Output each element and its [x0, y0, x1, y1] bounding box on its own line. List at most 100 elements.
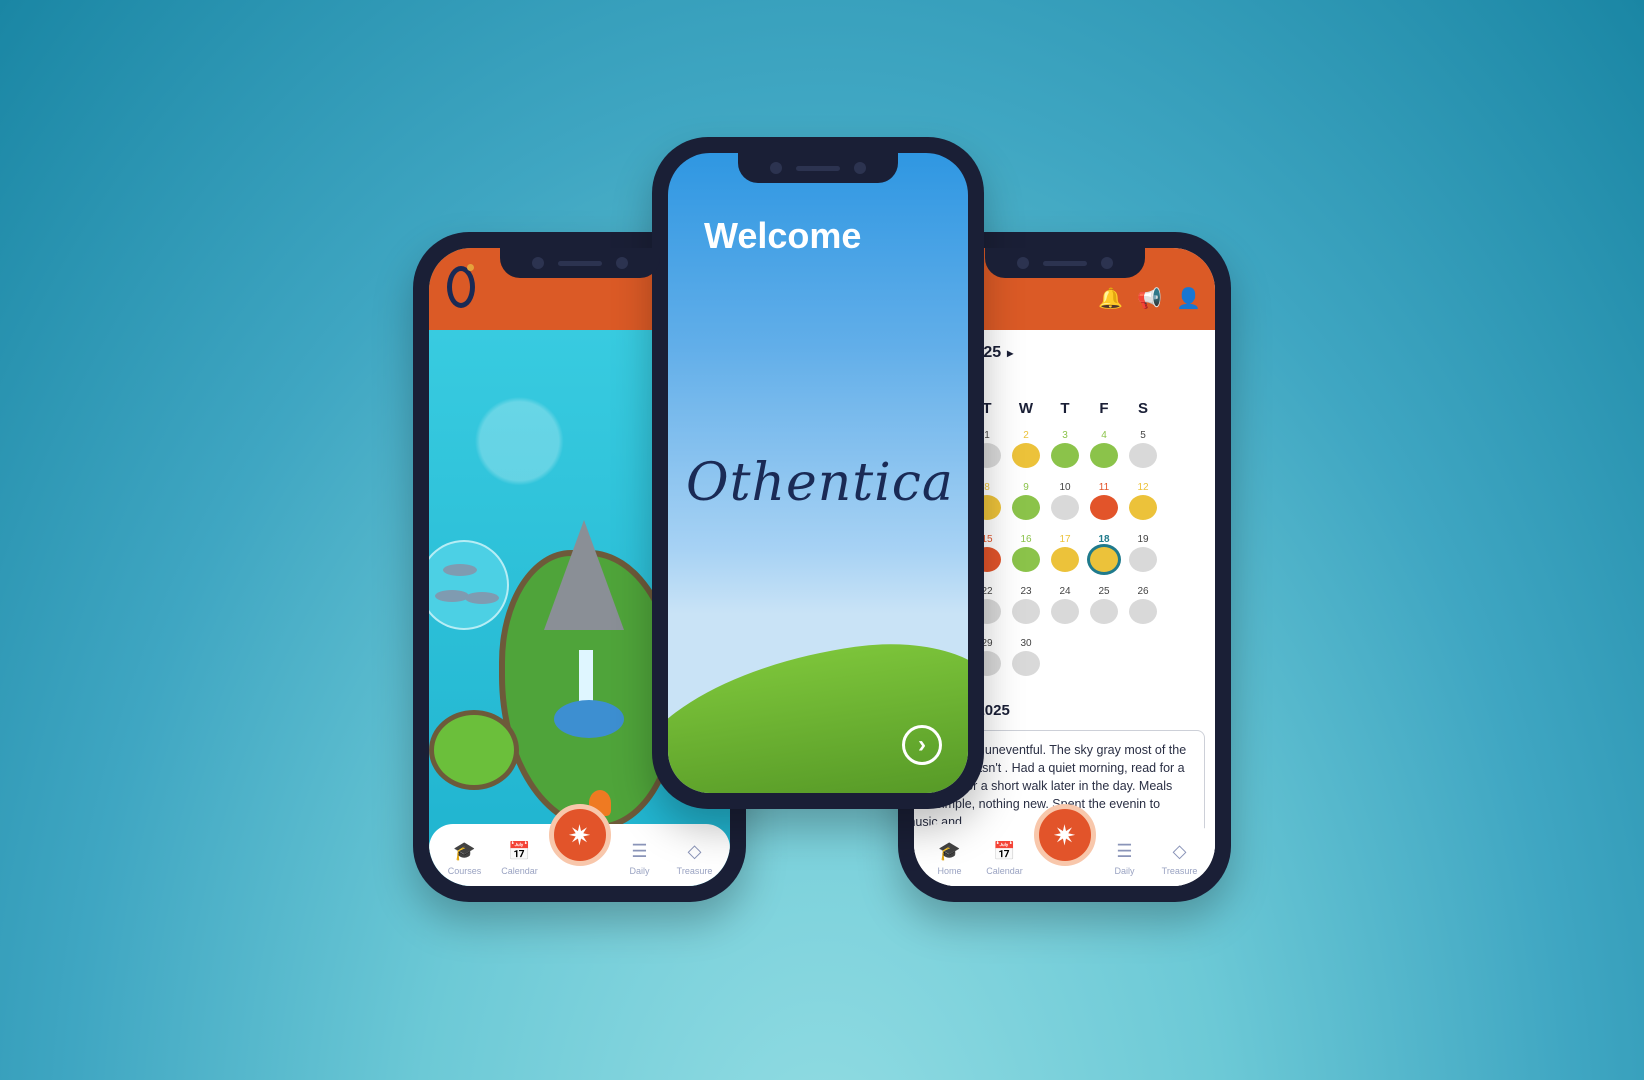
header-icons: 🔔 📢 👤: [1098, 286, 1201, 311]
calendar-day[interactable]: 2: [1007, 430, 1045, 468]
mountain-landmark[interactable]: [544, 520, 624, 630]
day-number: 18: [1098, 534, 1110, 545]
nav-label: Home: [937, 866, 962, 876]
nav-item-treasure[interactable]: ◇ Treasure: [1154, 841, 1206, 876]
mood-dot: [1090, 443, 1118, 468]
nav-item-home[interactable]: 🎓 Home: [924, 841, 976, 876]
mood-dot: [1090, 599, 1118, 624]
weekday-label: F: [1099, 400, 1109, 417]
calendar-icon: 📅: [993, 841, 1016, 861]
compass-icon[interactable]: ✷: [1033, 804, 1096, 866]
checklist-icon: ☰: [631, 841, 648, 861]
mood-dot: [1129, 443, 1157, 468]
calendar-day[interactable]: 19: [1124, 534, 1162, 572]
nav-item-daily[interactable]: ☰ Daily: [1099, 841, 1151, 876]
day-number: 19: [1137, 534, 1149, 545]
day-number: 4: [1101, 430, 1107, 441]
calendar-day[interactable]: 4: [1085, 430, 1123, 468]
day-number: 2: [1023, 430, 1029, 441]
center-phone-mockup: Welcome Othentica ›: [652, 137, 984, 809]
pond-landmark[interactable]: [554, 700, 624, 738]
next-button[interactable]: ›: [902, 725, 942, 765]
day-number: 12: [1137, 482, 1149, 493]
calendar-day[interactable]: 10: [1046, 482, 1084, 520]
mood-dot: [1051, 495, 1079, 520]
weekday-label: S: [1137, 400, 1148, 417]
grass-hill: [668, 627, 968, 793]
logo-accent: [467, 264, 474, 271]
day-number: 5: [1140, 430, 1146, 441]
mood-dot: [1051, 599, 1079, 624]
nav-label: Daily: [1114, 866, 1135, 876]
day-number: 1: [984, 430, 990, 441]
calendar-day[interactable]: 25: [1085, 586, 1123, 624]
user-icon[interactable]: 👤: [1176, 286, 1201, 311]
megaphone-icon[interactable]: 📢: [1137, 286, 1162, 311]
nav-label: Calendar: [501, 866, 538, 876]
phone-notch: [984, 248, 1145, 278]
calendar-day[interactable]: 18: [1085, 534, 1123, 572]
day-number: 11: [1098, 482, 1110, 493]
day-number: 9: [1023, 482, 1029, 493]
mood-dot: [1129, 495, 1157, 520]
mood-dot: [1051, 443, 1079, 468]
mood-dot: [1012, 495, 1040, 520]
graduation-cap-icon: 🎓: [938, 841, 961, 861]
mood-dot: [1012, 651, 1040, 676]
bottom-nav: 🎓 Courses 📅 Calendar ✷ ☰ Daily ◇ Treasure: [429, 804, 730, 886]
mushroom-island[interactable]: [429, 710, 519, 790]
compass-icon[interactable]: ✷: [548, 804, 611, 866]
calendar-day[interactable]: 9: [1007, 482, 1045, 520]
diamond-icon: ◇: [687, 841, 702, 861]
nav-label: Treasure: [676, 866, 713, 876]
mood-dot: [1129, 547, 1157, 572]
day-number: 26: [1137, 586, 1149, 597]
calendar-day[interactable]: 3: [1046, 430, 1084, 468]
checklist-icon: ☰: [1116, 841, 1133, 861]
day-number: 8: [984, 482, 990, 493]
mood-dot: [1012, 599, 1040, 624]
nav-label: Daily: [629, 866, 650, 876]
day-number: 30: [1020, 638, 1032, 649]
day-number: 3: [1062, 430, 1068, 441]
calendar-day[interactable]: 17: [1046, 534, 1084, 572]
phone-notch: [738, 153, 898, 183]
calendar-day[interactable]: 5: [1124, 430, 1162, 468]
bell-icon[interactable]: 🔔: [1098, 286, 1123, 311]
brand-wordmark: Othentica: [686, 453, 954, 513]
shark-icon: [465, 592, 499, 604]
diamond-icon: ◇: [1172, 841, 1187, 861]
nav-item-daily[interactable]: ☰ Daily: [614, 841, 666, 876]
shark-bubble[interactable]: [429, 540, 509, 630]
nav-item-courses[interactable]: 🎓 Courses: [439, 841, 491, 876]
today-mood-dot: [1090, 547, 1118, 572]
mood-dot: [1012, 547, 1040, 572]
mood-dot: [1090, 495, 1118, 520]
welcome-title: Welcome: [704, 215, 862, 256]
day-number: 10: [1059, 482, 1071, 493]
weekday-label: W: [1018, 400, 1034, 417]
weekday-label: T: [1060, 400, 1070, 417]
shark-icon: [443, 564, 477, 576]
calendar-day[interactable]: 23: [1007, 586, 1045, 624]
calendar-day[interactable]: 26: [1124, 586, 1162, 624]
nav-item-treasure[interactable]: ◇ Treasure: [669, 841, 721, 876]
mood-dot: [1051, 547, 1079, 572]
bottom-nav: 🎓 Home 📅 Calendar ✷ ☰ Daily ◇ Treasure: [914, 804, 1215, 886]
day-number: 25: [1098, 586, 1110, 597]
nav-item-calendar[interactable]: 📅 Calendar: [979, 841, 1031, 876]
nav-item-calendar[interactable]: 📅 Calendar: [494, 841, 546, 876]
calendar-day[interactable]: 12: [1124, 482, 1162, 520]
next-month-icon[interactable]: ▸: [1007, 346, 1013, 360]
welcome-screen: Welcome Othentica ›: [668, 153, 968, 793]
phone-notch: [499, 248, 660, 278]
calendar-day[interactable]: 16: [1007, 534, 1045, 572]
graduation-cap-icon: 🎓: [453, 841, 476, 861]
nav-label: Courses: [447, 866, 482, 876]
othentica-logo-icon: [447, 266, 475, 308]
calendar-day[interactable]: 11: [1085, 482, 1123, 520]
nav-label: Calendar: [986, 866, 1023, 876]
mood-dot: [1012, 443, 1040, 468]
calendar-day[interactable]: 30: [1007, 638, 1045, 676]
calendar-day[interactable]: 24: [1046, 586, 1084, 624]
